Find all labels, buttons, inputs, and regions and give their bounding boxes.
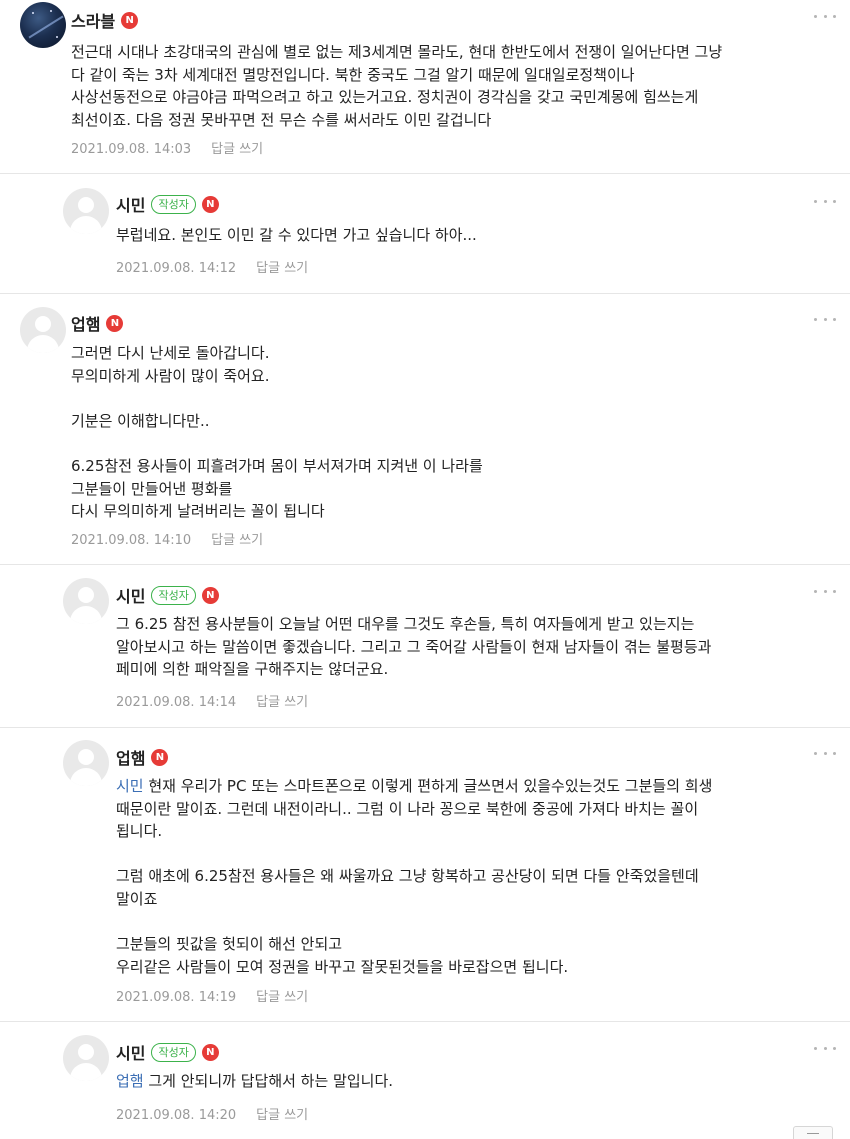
author-name[interactable]: 스라블 [71, 8, 115, 32]
more-options-icon[interactable] [814, 748, 836, 758]
avatar[interactable] [63, 1035, 109, 1081]
mention-link[interactable]: 업햄 [116, 1072, 144, 1090]
comment-text: 부럽네요. 본인도 이민 갈 수 있다면 가고 싶습니다 하아... [116, 226, 477, 244]
comment-date: 2021.09.08. 14:14 [116, 695, 237, 710]
comment-text: 업햄 그게 안되니까 답답해서 하는 말입니다. [116, 1070, 831, 1093]
comment-meta: 2021.09.08. 14:20 답글 쓰기 [116, 1104, 308, 1123]
more-options-icon[interactable] [814, 1043, 836, 1053]
comment-text: 그러면 다시 난세로 돌아갑니다. 무의미하게 사람이 많이 죽어요. 기분은 … [71, 344, 483, 521]
comment-header: 스라블 N [71, 8, 139, 32]
comment-header: 업햄 N [71, 311, 124, 335]
more-options-icon[interactable] [814, 314, 836, 324]
avatar[interactable] [63, 740, 109, 786]
reply-button[interactable]: 답글 쓰기 [211, 142, 263, 157]
comment-date: 2021.09.08. 14:19 [116, 990, 237, 1005]
more-options-icon[interactable] [814, 11, 836, 21]
new-badge: N [201, 586, 219, 604]
comment-text: 시민 현재 우리가 PC 또는 스마트폰으로 이렇게 편하게 글쓰면서 있을수있… [116, 775, 831, 978]
divider [0, 564, 850, 565]
comment-date: 2021.09.08. 14:12 [116, 261, 237, 276]
new-badge: N [151, 748, 169, 766]
comment-header: 시민 작성자 N [116, 1040, 219, 1064]
more-options-icon[interactable] [814, 586, 836, 596]
reply-button[interactable]: 답글 쓰기 [211, 533, 263, 548]
new-badge: N [201, 195, 219, 213]
author-name[interactable]: 업햄 [71, 311, 100, 335]
reply-button[interactable]: 답글 쓰기 [256, 695, 308, 710]
comment-meta: 2021.09.08. 14:12 답글 쓰기 [116, 257, 308, 276]
comment-meta: 2021.09.08. 14:19 답글 쓰기 [116, 986, 308, 1005]
author-name[interactable]: 시민 [116, 192, 145, 216]
divider [0, 293, 850, 294]
new-badge: N [106, 314, 124, 332]
divider [0, 727, 850, 728]
comment-date: 2021.09.08. 14:03 [71, 142, 192, 157]
avatar[interactable] [63, 578, 109, 624]
author-name[interactable]: 시민 [116, 583, 145, 607]
scroll-menu-button[interactable] [793, 1126, 833, 1139]
author-badge: 작성자 [151, 194, 196, 214]
author-badge: 작성자 [151, 585, 196, 605]
reply-button[interactable]: 답글 쓰기 [256, 990, 308, 1005]
mention-link[interactable]: 시민 [116, 777, 144, 795]
comment-date: 2021.09.08. 14:20 [116, 1108, 237, 1123]
more-options-icon[interactable] [814, 196, 836, 206]
new-badge: N [201, 1043, 219, 1061]
avatar[interactable] [20, 307, 66, 353]
reply-button[interactable]: 답글 쓰기 [256, 261, 308, 276]
comment-header: 시민 작성자 N [116, 583, 219, 607]
divider [0, 173, 850, 174]
comment-meta: 2021.09.08. 14:03 답글 쓰기 [71, 138, 263, 157]
comment-meta: 2021.09.08. 14:10 답글 쓰기 [71, 529, 263, 548]
author-badge: 작성자 [151, 1042, 196, 1062]
comment-text: 그 6.25 참전 용사분들이 오늘날 어떤 대우를 그것도 후손들, 특히 여… [116, 615, 712, 679]
author-name[interactable]: 업햄 [116, 745, 145, 769]
comment-meta: 2021.09.08. 14:14 답글 쓰기 [116, 691, 308, 710]
comment-header: 업햄 N [116, 745, 169, 769]
avatar[interactable] [63, 188, 109, 234]
reply-button[interactable]: 답글 쓰기 [256, 1108, 308, 1123]
comment-body: 현재 우리가 PC 또는 스마트폰으로 이렇게 편하게 글쓰면서 있을수있는것도… [116, 777, 713, 976]
comment-header: 시민 작성자 N [116, 192, 219, 216]
comment-date: 2021.09.08. 14:10 [71, 533, 192, 548]
comment-text: 전근대 시대나 초강대국의 관심에 별로 없는 제3세계면 몰라도, 현대 한반… [71, 43, 723, 129]
comment-body: 그게 안되니까 답답해서 하는 말입니다. [143, 1072, 394, 1090]
author-name[interactable]: 시민 [116, 1040, 145, 1064]
avatar[interactable] [20, 2, 66, 48]
divider [0, 1021, 850, 1022]
new-badge: N [121, 11, 139, 29]
